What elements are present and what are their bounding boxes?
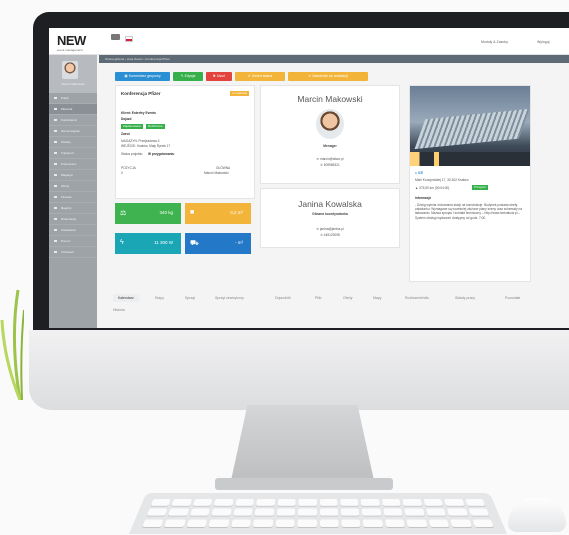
venue-distance: ▲ 375,50 km (00:04:00) [415, 186, 450, 190]
sidebar-item[interactable]: Ustawienia [49, 225, 97, 236]
event-client: Klient: Enterfey Events [121, 111, 156, 115]
profile-name: Marcin Makowski [61, 82, 85, 86]
venue-info-title: Informacje [415, 196, 432, 200]
sidebar-item[interactable]: Magazyn [49, 170, 97, 181]
keyboard [129, 493, 507, 534]
change-status-button[interactable]: ✔ Zmień status [235, 72, 285, 81]
tab[interactable]: Etapy [155, 296, 164, 300]
status-badge: w realizacji [230, 91, 249, 96]
event-title: Konferencja Pfizer [121, 91, 161, 96]
manager-phone[interactable]: ✆ 509985321 [261, 163, 399, 167]
route-button[interactable]: Przejazd [472, 185, 488, 190]
sidebar-item[interactable]: Raporty [49, 203, 97, 214]
tab[interactable]: Historia [113, 308, 125, 312]
sidebar-item[interactable]: Dokumenty [49, 214, 97, 225]
monitor-stand [230, 405, 375, 485]
confirm-realization-button[interactable]: ✔ Zatwierdź do realizacji [288, 72, 368, 81]
venue-info-text: - Dźwig wymiar dokowania stacji na konst… [415, 203, 522, 220]
bottom-tabs: Kalendarz Etapy Sprzęt Sprzęt zewnętrzny Doj… [105, 294, 565, 314]
stat-value: 340 kg [159, 210, 173, 215]
sidebar-item[interactable]: Oferty [49, 181, 97, 192]
tab[interactable]: Rozliczenie/dla [405, 296, 429, 300]
truck-icon: ⛟ [190, 240, 199, 247]
venue-name[interactable]: ● ICE [415, 171, 423, 175]
footer-left-label: POZYCJA [121, 166, 136, 170]
sidebar-item[interactable]: Archiwum [49, 247, 97, 258]
tab[interactable]: Mapy [373, 296, 382, 300]
coordinator-phone[interactable]: ✆ 445123098 [261, 233, 399, 237]
event-panel: Konferencja Pfizer w realizacji Klient: … [115, 85, 255, 199]
tab[interactable]: Oferty [343, 296, 353, 300]
sidebar-item[interactable]: Kontrahenci [49, 115, 97, 126]
tab[interactable]: Kalendarz [113, 294, 139, 302]
event-address-1: MAGAZYN: Przejazdowa 3 [121, 139, 160, 143]
project-status-label: Status projektu: [121, 152, 144, 156]
monitor-foot [215, 478, 393, 490]
event-address-2: WEJŚCIE: Kraków, Mały Rynek 17 [121, 144, 171, 148]
logout-link[interactable]: Wyloguj [537, 40, 549, 44]
stat-tile: ⚖ 340 kg [115, 203, 181, 224]
tab[interactable]: Pliki [315, 296, 321, 300]
sidebar-profile[interactable]: Marcin Makowski [49, 55, 97, 93]
tab[interactable]: Dojazd/dh [275, 296, 291, 300]
language-flag-icon[interactable] [125, 36, 133, 42]
venue-photo [410, 86, 530, 166]
tab[interactable]: Sprzęt [185, 296, 195, 300]
tab[interactable]: Sprzęt zewnętrzny [215, 296, 244, 300]
sidebar: Marcin Makowski Pulpit Zlecenia Kontrahenc… [49, 55, 97, 328]
mouse [508, 498, 566, 532]
footer-left-value: 0 [121, 171, 123, 175]
power-icon: ϟ [120, 239, 124, 246]
event-section-1: Dojazd [121, 117, 132, 121]
app-logo[interactable]: NEW event management [57, 33, 86, 52]
sidebar-item[interactable]: Pomoc [49, 236, 97, 247]
tab[interactable]: Pozostałe [505, 296, 520, 300]
coordinator-email[interactable]: ✉ janina@janina.pl [261, 227, 399, 231]
sidebar-item[interactable]: Pracownicy [49, 159, 97, 170]
sidebar-item[interactable]: Transport [49, 148, 97, 159]
coordinator-card: Janina Kowalska Główna koordynatorka ✉ j… [260, 188, 400, 248]
delete-button[interactable]: ✖ Usuń [206, 72, 232, 81]
stat-tile: ⛟ - m³ [185, 233, 251, 254]
footer-right-value: Marcin Makowski [204, 171, 229, 175]
manager-name: Marcin Makowski [297, 94, 363, 104]
coordinator-name: Janina Kowalska [298, 199, 362, 209]
avatar [62, 61, 78, 79]
group-comment-button[interactable]: ▣ Komentarz grupowy [115, 72, 170, 81]
manager-photo [316, 109, 344, 139]
monitor-chin [29, 330, 569, 410]
tab[interactable]: Składy pracy [455, 296, 475, 300]
plant-decoration [0, 289, 24, 400]
coordinator-role: Główna koordynatorka [312, 212, 348, 216]
sidebar-item[interactable]: Harmonogram [49, 126, 97, 137]
manager-role: Menager [323, 144, 337, 148]
stat-tile: ϟ 11 300 W [115, 233, 181, 254]
manager-card: Marcin Makowski Menager ✉ marcin@stiwo.p… [260, 85, 400, 184]
sidebar-item[interactable]: Zasoby [49, 137, 97, 148]
venue-address: Marii Konopnickiej 17, 30-302 Kraków [415, 178, 469, 182]
stat-value: - m³ [235, 240, 243, 245]
event-section-2: Zwrot [121, 132, 130, 136]
edit-button[interactable]: ✎ Edycja [173, 72, 203, 81]
breadcrumb: Strona główna › Lista zleceń › Konferenc… [99, 55, 569, 63]
tag-planned: Zaplanowane [121, 124, 144, 129]
tag-settled: Rozliczone [146, 124, 165, 129]
stat-value: 0,2 m³ [230, 210, 243, 215]
box-icon: ■ [190, 209, 195, 216]
venue-panel: ● ICE Marii Konopnickiej 17, 30-302 Krak… [409, 85, 531, 282]
top-bar: NEW event management Moduły & Zasoby Wyl… [49, 28, 569, 55]
sidebar-item[interactable]: Zlecenia [49, 104, 97, 115]
top-link-modules[interactable]: Moduły & Zasoby [481, 40, 508, 44]
manager-email[interactable]: ✉ marcin@stiwo.pl [261, 157, 399, 161]
footer-right-label: GŁÓWNA [216, 166, 231, 170]
screen: NEW event management Moduły & Zasoby Wyl… [49, 28, 569, 328]
project-status: W przygotowaniu [148, 152, 175, 156]
sidebar-item[interactable]: Pulpit [49, 93, 97, 104]
sidebar-item[interactable]: Finanse [49, 192, 97, 203]
menu-toggle-icon[interactable] [111, 34, 120, 40]
stat-value: 11 300 W [154, 240, 173, 245]
weight-icon: ⚖ [120, 210, 127, 217]
stat-tile: ■ 0,2 m³ [185, 203, 251, 224]
